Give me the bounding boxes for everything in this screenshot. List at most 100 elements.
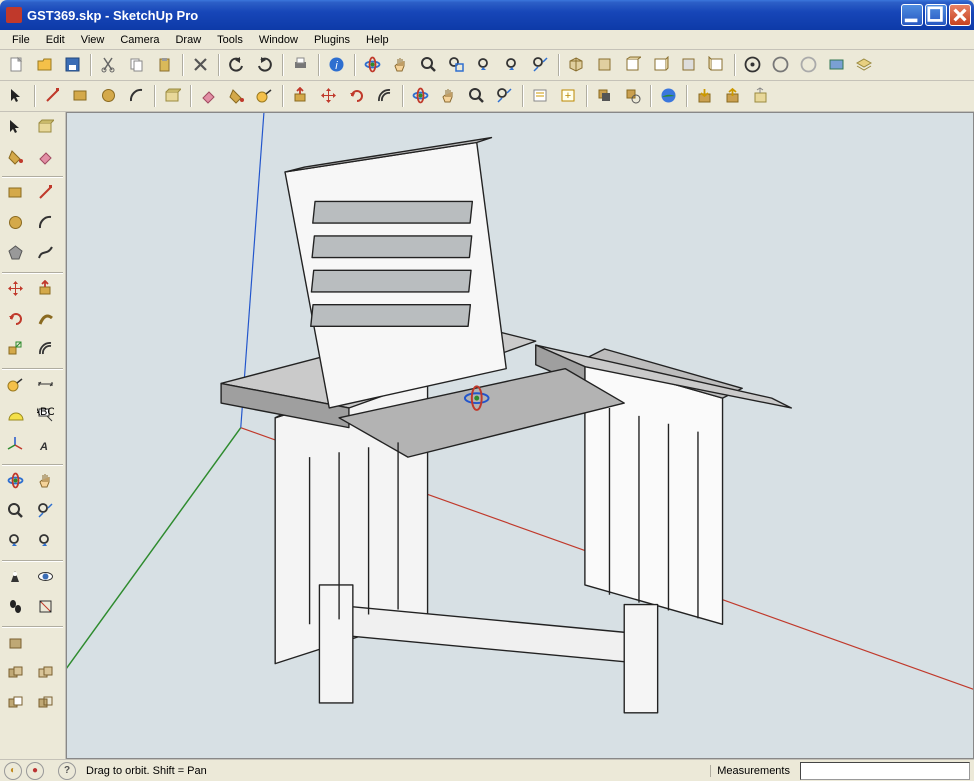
zoom-extents-button[interactable] — [32, 498, 60, 524]
shadow-toggle-button[interactable] — [592, 83, 618, 109]
minimize-button[interactable] — [901, 4, 923, 26]
zoom-previous-button[interactable] — [2, 528, 30, 554]
cut-button[interactable] — [96, 52, 122, 78]
push-pull-button[interactable] — [288, 83, 314, 109]
top-view-button[interactable] — [592, 52, 618, 78]
zoom-button[interactable] — [416, 52, 442, 78]
right-view-button[interactable] — [648, 52, 674, 78]
menu-edit[interactable]: Edit — [38, 32, 73, 48]
zoom-button[interactable] — [464, 83, 490, 109]
orbit-button[interactable] — [360, 52, 386, 78]
solid-union-button[interactable] — [32, 660, 60, 686]
position-camera-button[interactable] — [2, 564, 30, 590]
dimension-button[interactable] — [32, 372, 60, 398]
measurements-input[interactable] — [800, 762, 970, 780]
pan-button[interactable] — [436, 83, 462, 109]
zoom-extents-button[interactable] — [528, 52, 554, 78]
share-component-button[interactable] — [748, 83, 774, 109]
select-button[interactable] — [2, 114, 30, 140]
orbit-button[interactable] — [408, 83, 434, 109]
menu-tools[interactable]: Tools — [209, 32, 251, 48]
tape-measure-button[interactable] — [252, 83, 278, 109]
zoom-extents-button[interactable] — [492, 83, 518, 109]
zoom-previous-button[interactable] — [472, 52, 498, 78]
model-info-button[interactable]: i — [324, 52, 350, 78]
follow-me-button[interactable] — [32, 306, 60, 332]
3d-text-button[interactable]: A — [32, 432, 60, 458]
new-file-button[interactable] — [4, 52, 30, 78]
circle-button[interactable] — [96, 83, 122, 109]
zoom-button[interactable] — [2, 498, 30, 524]
layer-button[interactable] — [852, 52, 878, 78]
eraser-button[interactable] — [32, 144, 60, 170]
line-button[interactable] — [40, 83, 66, 109]
undo-button[interactable] — [224, 52, 250, 78]
component-button[interactable] — [32, 114, 60, 140]
text-label-button[interactable]: ABC — [32, 402, 60, 428]
iso-view-button[interactable] — [564, 52, 590, 78]
solid-subtract-button[interactable] — [2, 690, 30, 716]
look-around-button[interactable] — [32, 564, 60, 590]
axes-button[interactable] — [2, 432, 30, 458]
warehouse-upload-button[interactable] — [720, 83, 746, 109]
save-file-button[interactable] — [60, 52, 86, 78]
line-button[interactable] — [32, 180, 60, 206]
warehouse-get-button[interactable] — [692, 83, 718, 109]
rectangle-button[interactable] — [68, 83, 94, 109]
viewport-canvas[interactable] — [67, 113, 973, 758]
menu-window[interactable]: Window — [251, 32, 306, 48]
rotate-button[interactable] — [2, 306, 30, 332]
rotate-button[interactable] — [344, 83, 370, 109]
pan-button[interactable] — [388, 52, 414, 78]
preview-ge-button[interactable] — [824, 52, 850, 78]
copy-button[interactable] — [124, 52, 150, 78]
help-icon[interactable]: ? — [58, 762, 76, 780]
solid-intersect-button[interactable] — [2, 660, 30, 686]
circle-button[interactable] — [2, 210, 30, 236]
left-view-button[interactable] — [704, 52, 730, 78]
offset-button[interactable] — [372, 83, 398, 109]
close-button[interactable] — [949, 4, 971, 26]
protractor-button[interactable] — [2, 402, 30, 428]
walk-button[interactable] — [2, 594, 30, 620]
outliner-button[interactable] — [528, 83, 554, 109]
solid-outer-button[interactable] — [2, 630, 30, 656]
share-model-button[interactable] — [768, 52, 794, 78]
move-button[interactable] — [316, 83, 342, 109]
section-plane-button[interactable] — [32, 594, 60, 620]
tape-measure-button[interactable] — [2, 372, 30, 398]
paste-button[interactable] — [152, 52, 178, 78]
back-view-button[interactable] — [676, 52, 702, 78]
geolocation-icon[interactable]: ◐ — [4, 762, 22, 780]
component-button[interactable] — [160, 83, 186, 109]
delete-button[interactable] — [188, 52, 214, 78]
pan-button[interactable] — [32, 468, 60, 494]
drawing-viewport[interactable] — [66, 112, 974, 759]
get-models-button[interactable] — [740, 52, 766, 78]
paint-bucket-button[interactable] — [2, 144, 30, 170]
menu-camera[interactable]: Camera — [112, 32, 167, 48]
menu-file[interactable]: File — [4, 32, 38, 48]
freehand-button[interactable] — [32, 240, 60, 266]
push-pull-button[interactable] — [32, 276, 60, 302]
move-button[interactable] — [2, 276, 30, 302]
offset-button[interactable] — [32, 336, 60, 362]
redo-button[interactable] — [252, 52, 278, 78]
paint-bucket-button[interactable] — [224, 83, 250, 109]
open-file-button[interactable] — [32, 52, 58, 78]
select-button[interactable] — [4, 83, 30, 109]
polygon-button[interactable] — [2, 240, 30, 266]
solid-trim-button[interactable] — [32, 690, 60, 716]
menu-plugins[interactable]: Plugins — [306, 32, 358, 48]
rectangle-button[interactable] — [2, 180, 30, 206]
orbit-button[interactable] — [2, 468, 30, 494]
google-earth-button[interactable] — [656, 83, 682, 109]
zoom-window-button[interactable] — [444, 52, 470, 78]
scale-button[interactable] — [2, 336, 30, 362]
get-photo-button[interactable] — [796, 52, 822, 78]
print-button[interactable] — [288, 52, 314, 78]
maximize-button[interactable] — [925, 4, 947, 26]
menu-view[interactable]: View — [73, 32, 113, 48]
zoom-next-button[interactable] — [32, 528, 60, 554]
shadow-settings-button[interactable] — [620, 83, 646, 109]
